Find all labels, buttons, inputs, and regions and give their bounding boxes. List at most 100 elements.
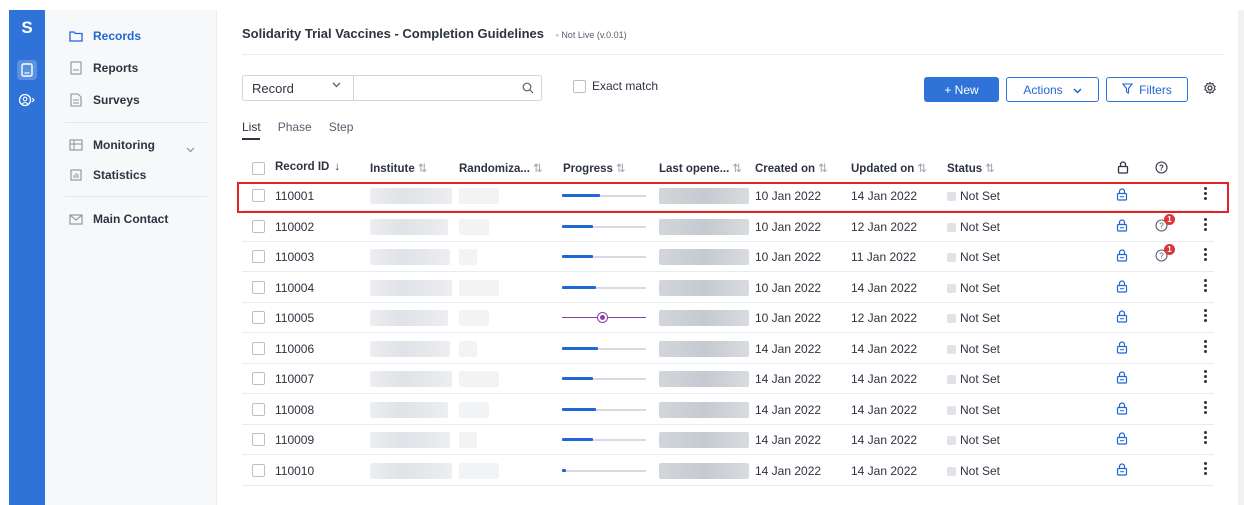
search-icon[interactable] (515, 76, 541, 100)
lock-icon[interactable] (1116, 188, 1128, 204)
column-header-last-opened[interactable]: Last opene... ⇅ (659, 161, 742, 175)
record-id-cell[interactable]: 110003 (275, 250, 314, 264)
version-badge: ◦ Not Live (v.0.01) (555, 30, 627, 40)
scrollbar[interactable] (1238, 10, 1244, 505)
record-id-cell[interactable]: 110010 (275, 464, 314, 478)
table-row[interactable]: 110009 14 Jan 2022 14 Jan 2022 Not Set (242, 425, 1214, 455)
row-menu-icon[interactable] (1202, 278, 1208, 292)
search-field-select[interactable]: Record (243, 76, 355, 100)
tab-list[interactable]: List (242, 120, 261, 134)
table-row[interactable]: 110007 14 Jan 2022 14 Jan 2022 Not Set (242, 364, 1214, 394)
select-all-checkbox[interactable] (252, 162, 265, 175)
row-checkbox[interactable] (252, 402, 265, 416)
row-checkbox[interactable] (252, 189, 265, 202)
record-id-cell[interactable]: 110008 (275, 403, 314, 417)
table-row[interactable]: 110006 14 Jan 2022 14 Jan 2022 Not Set (242, 334, 1214, 364)
sidebar-item-label: Statistics (93, 168, 147, 182)
institute-cell-redacted (370, 462, 452, 479)
filter-icon (1122, 82, 1134, 97)
row-checkbox[interactable] (252, 463, 265, 477)
lock-icon[interactable] (1116, 310, 1128, 326)
progress-bar (562, 468, 646, 472)
record-id-cell[interactable]: 110009 (275, 433, 314, 447)
gear-icon[interactable] (1203, 81, 1217, 98)
row-menu-icon[interactable] (1202, 431, 1208, 444)
column-header-updated-on[interactable]: Updated on ⇅ (851, 161, 927, 175)
record-id-cell[interactable]: 110002 (275, 220, 314, 234)
record-id-cell[interactable]: 110007 (275, 372, 314, 386)
row-checkbox[interactable] (252, 250, 265, 263)
lock-column-icon (1117, 161, 1129, 177)
lock-icon[interactable] (1116, 279, 1128, 296)
row-checkbox[interactable] (252, 433, 265, 446)
column-header-institute[interactable]: Institute ⇅ (370, 161, 427, 175)
status-text: Not Set (960, 189, 1001, 203)
chevron-down-icon[interactable] (186, 145, 195, 156)
exact-match-toggle[interactable]: Exact match (573, 79, 658, 93)
table-row[interactable]: 110001 10 Jan 2022 14 Jan 2022 Not Set (242, 181, 1214, 211)
report-icon (69, 61, 83, 75)
sidebar-item-main-contact[interactable]: Main Contact (69, 212, 168, 226)
created-on-cell: 14 Jan 2022 (755, 341, 822, 356)
row-menu-icon[interactable] (1202, 187, 1208, 200)
column-header-progress[interactable]: Progress ⇅ (563, 161, 626, 175)
actions-button[interactable]: Actions (1006, 77, 1099, 102)
sidebar-item-statistics[interactable]: Statistics (69, 168, 146, 182)
lock-icon[interactable] (1116, 371, 1128, 387)
record-id-cell[interactable]: 110001 (275, 189, 314, 203)
table-row[interactable]: 110008 14 Jan 2022 14 Jan 2022 Not Set (242, 395, 1214, 425)
lock-icon[interactable] (1116, 401, 1128, 418)
user-rail-icon[interactable] (17, 90, 37, 110)
sidebar-item-records[interactable]: Records (69, 29, 141, 43)
lock-icon[interactable] (1116, 249, 1128, 265)
last-opened-cell-redacted (659, 249, 749, 265)
svg-text:?: ? (1159, 252, 1164, 261)
record-id-cell[interactable]: 110004 (275, 281, 314, 295)
row-checkbox[interactable] (252, 372, 265, 385)
row-checkbox[interactable] (252, 311, 265, 324)
row-menu-icon[interactable] (1202, 217, 1208, 231)
lock-icon[interactable] (1116, 218, 1128, 235)
records-rail-icon[interactable] (17, 60, 37, 80)
column-header-record-id[interactable]: Record ID ↓ (275, 161, 340, 173)
sidebar-item-monitoring[interactable]: Monitoring (69, 138, 155, 152)
lock-icon[interactable] (1116, 340, 1128, 357)
new-record-button[interactable]: + New (924, 77, 999, 102)
status-badge: Not Set (947, 250, 1000, 264)
column-header-randomization[interactable]: Randomiza... ⇅ (459, 161, 543, 175)
table-row[interactable]: 110004 10 Jan 2022 14 Jan 2022 Not Set (242, 273, 1214, 303)
table-row[interactable]: 110003 10 Jan 2022 11 Jan 2022 Not Set? 1 (242, 242, 1214, 272)
record-id-cell[interactable]: 110005 (275, 311, 314, 325)
row-menu-icon[interactable] (1202, 339, 1208, 353)
row-checkbox[interactable] (252, 280, 265, 294)
actions-button-label: Actions (1023, 82, 1063, 97)
lock-icon[interactable] (1116, 462, 1128, 479)
row-menu-icon[interactable] (1202, 461, 1208, 475)
sidebar-item-surveys[interactable]: Surveys (69, 93, 140, 107)
tab-phase[interactable]: Phase (278, 120, 312, 134)
column-header-created-on[interactable]: Created on ⇅ (755, 161, 828, 175)
row-menu-icon[interactable] (1202, 248, 1208, 261)
tab-step[interactable]: Step (329, 120, 354, 134)
status-dot (947, 283, 956, 293)
row-checkbox[interactable] (252, 341, 265, 355)
table-row[interactable]: 110002 10 Jan 2022 12 Jan 2022 Not Set? 1 (242, 212, 1214, 242)
row-menu-icon[interactable] (1202, 309, 1208, 322)
progress-bar (562, 438, 646, 441)
row-checkbox[interactable] (252, 219, 265, 233)
table-row[interactable]: 110005 10 Jan 2022 12 Jan 2022 Not Set (242, 303, 1214, 333)
row-menu-icon[interactable] (1202, 400, 1208, 414)
exact-match-checkbox[interactable] (573, 79, 586, 93)
lock-icon[interactable] (1116, 432, 1128, 448)
sidebar-item-label: Main Contact (93, 212, 169, 226)
monitoring-icon (69, 138, 83, 152)
institute-cell-redacted (370, 401, 448, 418)
app-logo[interactable]: S (9, 18, 45, 38)
filters-button[interactable]: Filters (1106, 77, 1188, 102)
column-header-status[interactable]: Status ⇅ (947, 161, 995, 175)
record-id-cell[interactable]: 110006 (275, 342, 314, 356)
table-row[interactable]: 110010 14 Jan 2022 14 Jan 2022 Not Set (242, 456, 1214, 486)
search-input[interactable] (354, 76, 516, 100)
row-menu-icon[interactable] (1202, 370, 1208, 383)
sidebar-item-reports[interactable]: Reports (69, 61, 138, 75)
